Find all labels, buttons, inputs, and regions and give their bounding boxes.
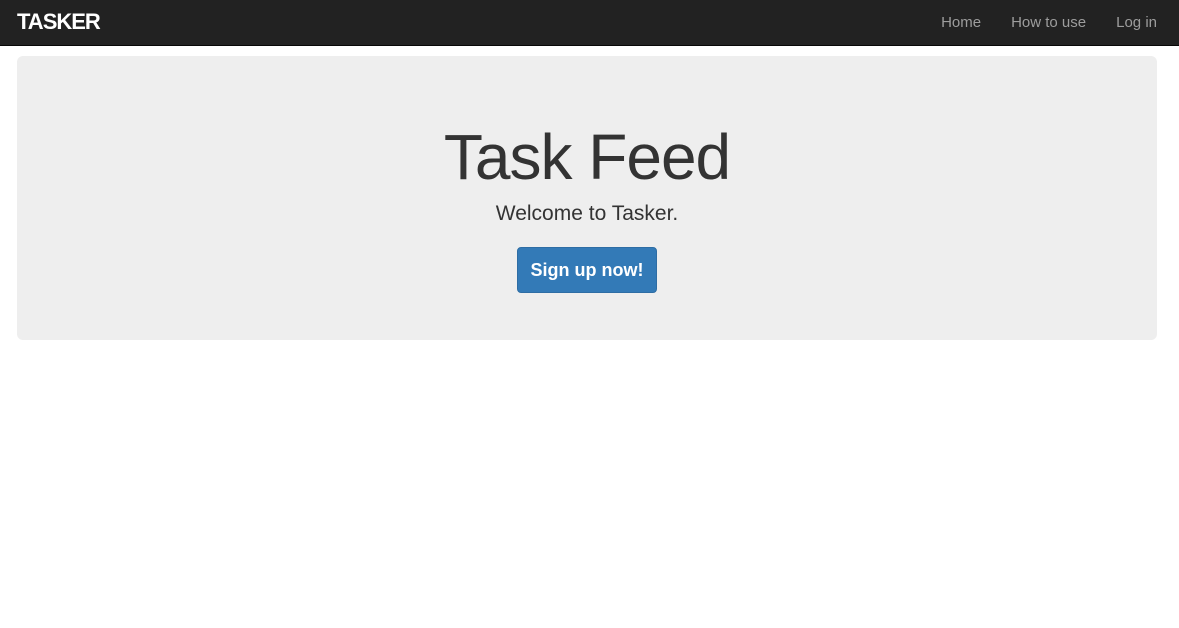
sign-up-button[interactable]: Sign up now! [517, 247, 657, 293]
hero-title: Task Feed [443, 121, 731, 193]
nav-link-log-in[interactable]: Log in [1116, 13, 1157, 33]
brand-logo[interactable]: TASKER [17, 9, 101, 35]
top-navbar: TASKER Home How to use Log in [0, 0, 1179, 46]
nav-link-home[interactable]: Home [941, 13, 981, 33]
hero-subtitle: Welcome to Tasker. [495, 202, 679, 225]
hero-jumbotron: Task Feed Welcome to Tasker. Sign up now… [17, 56, 1157, 340]
nav-links: Home How to use Log in [911, 0, 1157, 46]
nav-link-how-to-use[interactable]: How to use [1011, 13, 1086, 33]
